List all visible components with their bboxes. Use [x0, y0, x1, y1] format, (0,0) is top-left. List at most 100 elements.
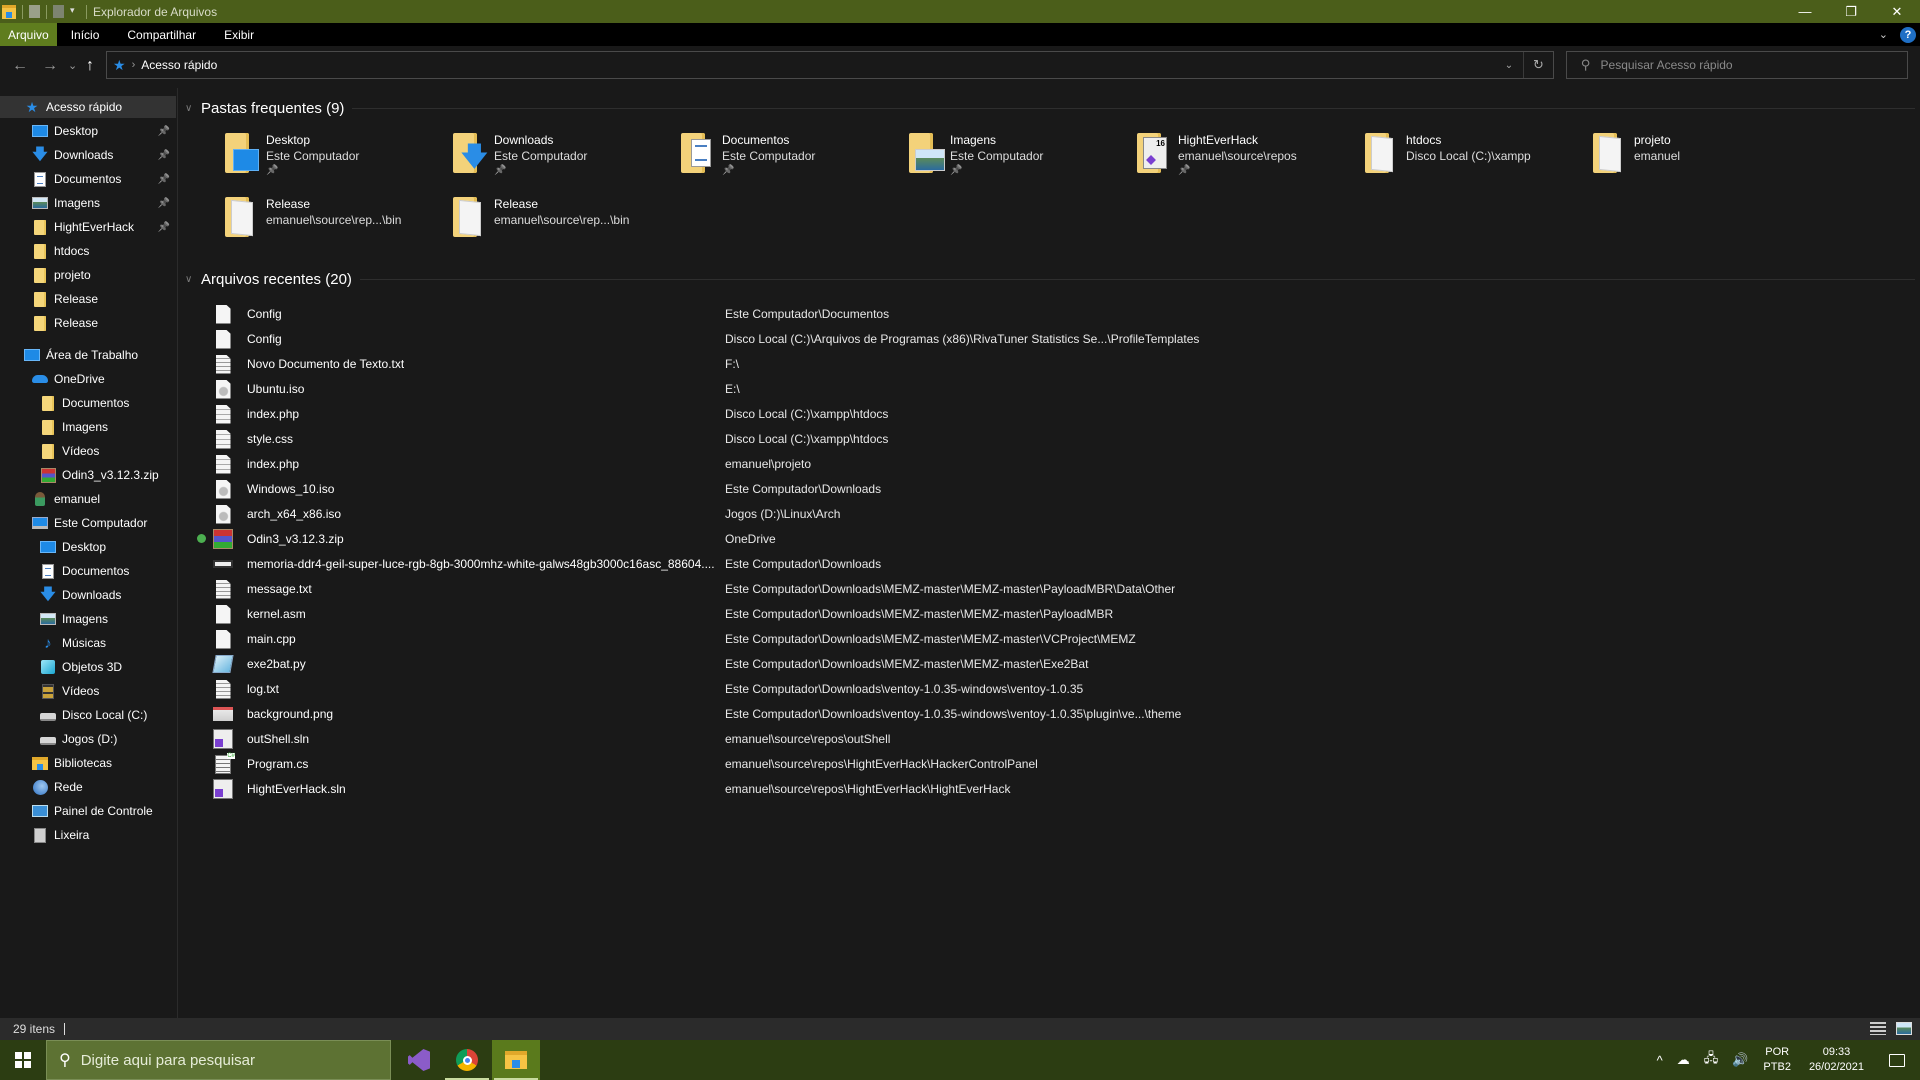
- breadcrumb-chevron-icon[interactable]: ›: [132, 59, 136, 71]
- sidebar-item[interactable]: Release: [0, 288, 176, 310]
- sidebar-item[interactable]: Jogos (D:): [0, 728, 176, 750]
- recent-file-row[interactable]: outShell.sln emanuel\source\repos\outShel…: [179, 726, 1920, 751]
- minimize-button[interactable]: —: [1782, 0, 1828, 23]
- recent-file-row[interactable]: index.php Disco Local (C:)\xampp\htdocs: [179, 401, 1920, 426]
- frequent-folders-header[interactable]: ∨ Pastas frequentes (9): [185, 98, 1915, 118]
- recent-files-header[interactable]: ∨ Arquivos recentes (20): [185, 269, 1915, 289]
- details-view-icon[interactable]: [1870, 1022, 1886, 1035]
- sidebar-item[interactable]: 🡇 Downloads 📌: [0, 144, 176, 166]
- help-icon[interactable]: ?: [1900, 26, 1916, 43]
- sidebar-item[interactable]: Rede: [0, 776, 176, 798]
- expand-ribbon-icon[interactable]: ⌄: [1879, 28, 1888, 41]
- recent-file-row[interactable]: Config Este Computador\Documentos: [179, 301, 1920, 326]
- sidebar-item[interactable]: OneDrive: [0, 368, 176, 390]
- frequent-folder-tile[interactable]: Imagens Este Computador 📌: [905, 131, 1125, 189]
- recent-file-row[interactable]: index.php emanuel\projeto: [179, 451, 1920, 476]
- recent-file-row[interactable]: memoria-ddr4-geil-super-luce-rgb-8gb-300…: [179, 551, 1920, 576]
- sidebar-item[interactable]: Objetos 3D: [0, 656, 176, 678]
- back-button[interactable]: ←: [12, 58, 28, 74]
- frequent-folder-tile[interactable]: Release emanuel\source\rep...\bin: [221, 195, 441, 253]
- forward-button[interactable]: →: [42, 58, 58, 74]
- sidebar-item[interactable]: Painel de Controle: [0, 800, 176, 822]
- sidebar-item[interactable]: HightEverHack 📌: [0, 216, 176, 238]
- sidebar-item[interactable]: projeto: [0, 264, 176, 286]
- sidebar-item[interactable]: ★ Acesso rápido: [0, 96, 176, 118]
- recent-file-row[interactable]: Novo Documento de Texto.txt F:\: [179, 351, 1920, 376]
- frequent-folder-tile[interactable]: htdocs Disco Local (C:)\xampp: [1361, 131, 1581, 189]
- sidebar-item[interactable]: Release: [0, 312, 176, 334]
- clock[interactable]: 09:33 26/02/2021: [1809, 1045, 1864, 1075]
- sidebar-item[interactable]: htdocs: [0, 240, 176, 262]
- recent-file-row[interactable]: Program.cs emanuel\source\repos\HightEver…: [179, 751, 1920, 776]
- recent-file-row[interactable]: background.png Este Computador\Downloads\…: [179, 701, 1920, 726]
- frequent-folder-tile[interactable]: Documentos Este Computador 📌: [677, 131, 897, 189]
- address-dropdown-icon[interactable]: ⌄: [1499, 52, 1519, 78]
- sidebar-item[interactable]: 🡇 Downloads: [0, 584, 176, 606]
- close-button[interactable]: ✕: [1874, 0, 1920, 23]
- sidebar-item[interactable]: Imagens: [0, 608, 176, 630]
- recent-file-row[interactable]: kernel.asm Este Computador\Downloads\MEMZ…: [179, 601, 1920, 626]
- sidebar-item[interactable]: Desktop 📌: [0, 120, 176, 142]
- sidebar-item[interactable]: Bibliotecas: [0, 752, 176, 774]
- tab-arquivo[interactable]: Arquivo: [0, 23, 57, 46]
- taskbar-search-input[interactable]: [80, 1051, 361, 1069]
- recent-file-row[interactable]: exe2bat.py Este Computador\Downloads\MEMZ…: [179, 651, 1920, 676]
- recent-file-row[interactable]: Config Disco Local (C:)\Arquivos de Progr…: [179, 326, 1920, 351]
- frequent-folder-tile[interactable]: HightEverHack emanuel\source\repos 📌: [1133, 131, 1353, 189]
- recent-file-row[interactable]: message.txt Este Computador\Downloads\MEM…: [179, 576, 1920, 601]
- show-hidden-icons-icon[interactable]: ^: [1657, 1053, 1663, 1068]
- properties-icon[interactable]: [29, 5, 40, 18]
- sidebar-item[interactable]: Documentos 📌: [0, 168, 176, 190]
- search-box[interactable]: ⚲: [1566, 51, 1908, 79]
- taskbar-app-chrome[interactable]: [443, 1040, 491, 1080]
- sidebar-item[interactable]: emanuel: [0, 488, 176, 510]
- large-icons-view-icon[interactable]: [1896, 1022, 1912, 1035]
- sidebar-item[interactable]: Documentos: [0, 392, 176, 414]
- frequent-folder-tile[interactable]: 🡇 Downloads Este Computador 📌: [449, 131, 669, 189]
- recent-file-row[interactable]: Odin3_v3.12.3.zip OneDrive: [179, 526, 1920, 551]
- volume-icon[interactable]: 🔊: [1732, 1052, 1748, 1068]
- start-button[interactable]: [0, 1040, 46, 1080]
- maximize-button[interactable]: ❐: [1828, 0, 1874, 23]
- recent-locations-button[interactable]: ⌄: [68, 58, 77, 74]
- sidebar-item[interactable]: Vídeos: [0, 680, 176, 702]
- tab-compartilhar[interactable]: Compartilhar: [113, 23, 210, 46]
- recent-file-row[interactable]: Ubuntu.iso E:\: [179, 376, 1920, 401]
- refresh-icon[interactable]: ↻: [1523, 52, 1553, 78]
- tab-exibir[interactable]: Exibir: [210, 23, 268, 46]
- sidebar-item[interactable]: Este Computador: [0, 512, 176, 534]
- address-bar[interactable]: ★ › Acesso rápido ⌄ ↻: [106, 51, 1554, 79]
- taskbar-app-visual-studio[interactable]: [395, 1040, 443, 1080]
- sidebar-item[interactable]: Lixeira: [0, 824, 176, 846]
- recent-file-row[interactable]: Windows_10.iso Este Computador\Downloads: [179, 476, 1920, 501]
- frequent-folder-tile[interactable]: Desktop Este Computador 📌: [221, 131, 441, 189]
- new-folder-icon[interactable]: [53, 5, 64, 18]
- onedrive-icon[interactable]: ☁: [1677, 1052, 1690, 1068]
- action-center-button[interactable]: [1874, 1040, 1920, 1080]
- sidebar-item[interactable]: Imagens 📌: [0, 192, 176, 214]
- breadcrumb-item[interactable]: Acesso rápido: [141, 58, 217, 72]
- search-input[interactable]: [1600, 58, 1881, 72]
- sidebar-item[interactable]: Odin3_v3.12.3.zip: [0, 464, 176, 486]
- sidebar-item[interactable]: Imagens: [0, 416, 176, 438]
- recent-file-row[interactable]: arch_x64_x86.iso Jogos (D:)\Linux\Arch: [179, 501, 1920, 526]
- sidebar-item[interactable]: ♪ Músicas: [0, 632, 176, 654]
- sidebar-item[interactable]: Documentos: [0, 560, 176, 582]
- network-icon[interactable]: 🖧: [1704, 1049, 1719, 1071]
- chevron-down-icon[interactable]: ∨: [185, 274, 199, 285]
- chevron-down-icon[interactable]: ∨: [185, 103, 199, 114]
- recent-file-row[interactable]: style.css Disco Local (C:)\xampp\htdocs: [179, 426, 1920, 451]
- frequent-folder-tile[interactable]: projeto emanuel: [1589, 131, 1809, 189]
- sidebar-item[interactable]: Desktop: [0, 536, 176, 558]
- taskbar-search[interactable]: ⚲: [46, 1040, 391, 1080]
- tab-inicio[interactable]: Início: [57, 23, 114, 46]
- sidebar-item[interactable]: Disco Local (C:): [0, 704, 176, 726]
- recent-file-row[interactable]: main.cpp Este Computador\Downloads\MEMZ-m…: [179, 626, 1920, 651]
- sidebar-item[interactable]: Área de Trabalho: [0, 344, 176, 366]
- input-language[interactable]: POR PTB2: [1763, 1045, 1791, 1075]
- recent-file-row[interactable]: HightEverHack.sln emanuel\source\repos\Hi…: [179, 776, 1920, 801]
- customize-toolbar-icon[interactable]: ▾: [70, 5, 80, 19]
- sidebar-item[interactable]: Vídeos: [0, 440, 176, 462]
- recent-file-row[interactable]: log.txt Este Computador\Downloads\ventoy-…: [179, 676, 1920, 701]
- up-button[interactable]: ↑: [86, 58, 94, 74]
